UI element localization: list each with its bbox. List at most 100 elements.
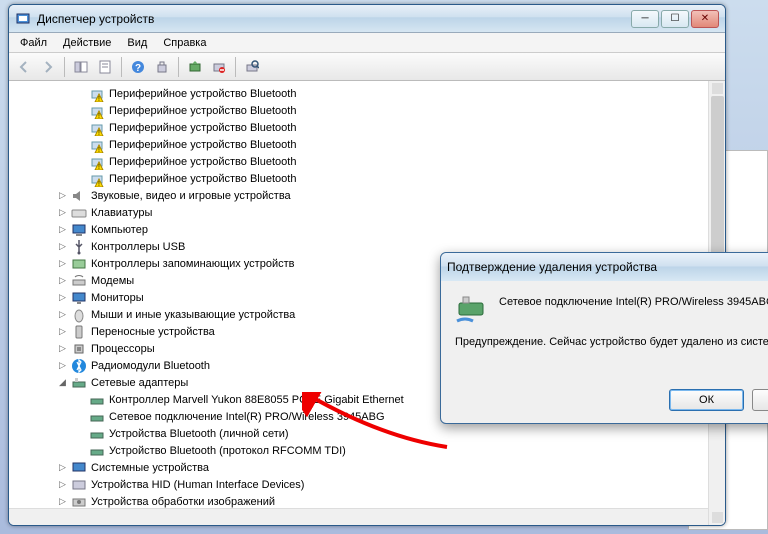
expand-icon[interactable]: ▷ (57, 292, 68, 303)
expand-icon[interactable]: ▷ (57, 275, 68, 286)
tree-category-label: Системные устройства (91, 462, 209, 474)
svg-text:!: ! (98, 113, 100, 119)
tree-item-label: Периферийное устройство Bluetooth (109, 88, 296, 100)
tree-category-system[interactable]: ▷ Системные устройства (17, 459, 725, 476)
update-driver-button[interactable] (184, 56, 206, 78)
horizontal-scrollbar[interactable] (9, 508, 708, 525)
svg-text:!: ! (98, 164, 100, 170)
tree-item[interactable]: !Периферийное устройство Bluetooth (17, 119, 725, 136)
expand-icon[interactable]: ▷ (57, 496, 68, 507)
dialog-titlebar[interactable]: Подтверждение удаления устройства ✕ (441, 253, 768, 281)
tree-item[interactable]: ! Периферийное устройство Bluetooth (17, 85, 725, 102)
tree-category-label: Контроллеры USB (91, 241, 185, 253)
expand-icon[interactable]: ▷ (57, 360, 68, 371)
expand-icon[interactable]: ▷ (57, 343, 68, 354)
tree-category-label: Контроллеры запоминающих устройств (91, 258, 294, 270)
toolbar: ? (9, 53, 725, 81)
system-icon (71, 460, 87, 476)
network-adapter-icon (89, 426, 105, 442)
tree-category-label: Устройства обработки изображений (91, 496, 275, 508)
tree-item-label: Периферийное устройство Bluetooth (109, 156, 296, 168)
svg-text:!: ! (98, 147, 100, 153)
tree-category-computer[interactable]: ▷ Компьютер (17, 221, 725, 238)
confirm-dialog: Подтверждение удаления устройства ✕ Сете… (440, 252, 768, 424)
sound-icon (71, 188, 87, 204)
expand-icon[interactable]: ▷ (57, 326, 68, 337)
minimize-button[interactable]: ─ (631, 10, 659, 28)
usb-icon (71, 239, 87, 255)
maximize-button[interactable]: ☐ (661, 10, 689, 28)
cancel-button[interactable]: Отмена (752, 389, 768, 411)
app-icon (15, 11, 31, 27)
menubar: Файл Действие Вид Справка (9, 33, 725, 53)
tree-item-label: Устройства Bluetooth (личной сети) (109, 428, 289, 440)
network-adapter-icon (89, 392, 105, 408)
menu-file[interactable]: Файл (13, 35, 54, 51)
expand-icon[interactable]: ▷ (57, 241, 68, 252)
mouse-icon (71, 307, 87, 323)
expand-icon[interactable]: ▷ (57, 258, 68, 269)
scan-hardware-button[interactable] (241, 56, 263, 78)
dialog-title: Подтверждение удаления устройства (447, 260, 768, 274)
svg-text:!: ! (98, 181, 100, 187)
forward-button[interactable] (37, 56, 59, 78)
toolbar-separator (235, 57, 236, 77)
expand-icon[interactable]: ▷ (57, 479, 68, 490)
cpu-icon (71, 341, 87, 357)
device-warning-icon: ! (89, 171, 105, 187)
show-hide-tree-button[interactable] (70, 56, 92, 78)
hid-icon (71, 477, 87, 493)
svg-text:?: ? (135, 63, 141, 74)
tree-category-sound[interactable]: ▷Звуковые, видео и игровые устройства (17, 187, 725, 204)
collapse-icon[interactable]: ◢ (57, 377, 68, 388)
svg-text:!: ! (98, 96, 100, 102)
tree-category-label: Переносные устройства (91, 326, 215, 338)
expand-icon[interactable]: ▷ (57, 462, 68, 473)
tree-item-label: Периферийное устройство Bluetooth (109, 105, 296, 117)
toolbar-action-button[interactable] (151, 56, 173, 78)
tree-item-label: Периферийное устройство Bluetooth (109, 122, 296, 134)
titlebar[interactable]: Диспетчер устройств ─ ☐ ✕ (9, 5, 725, 33)
dialog-device-name: Сетевое подключение Intel(R) PRO/Wireles… (499, 295, 768, 325)
tree-category-label: Компьютер (91, 224, 148, 236)
toolbar-separator (64, 57, 65, 77)
expand-icon[interactable]: ▷ (57, 224, 68, 235)
help-button[interactable]: ? (127, 56, 149, 78)
tree-category-label: Модемы (91, 275, 134, 287)
close-button[interactable]: ✕ (691, 10, 719, 28)
tree-category-hid[interactable]: ▷Устройства HID (Human Interface Devices… (17, 476, 725, 493)
expand-icon[interactable]: ▷ (57, 190, 68, 201)
menu-action[interactable]: Действие (56, 35, 118, 51)
dialog-warning-text: Предупреждение. Сейчас устройство будет … (455, 335, 768, 349)
back-button[interactable] (13, 56, 35, 78)
tree-category-label: Сетевые адаптеры (91, 377, 188, 389)
window-title: Диспетчер устройств (37, 12, 631, 26)
tree-category-label: Мыши и иные указывающие устройства (91, 309, 295, 321)
tree-item[interactable]: ! Периферийное устройство Bluetooth (17, 102, 725, 119)
tree-item[interactable]: ! Периферийное устройство Bluetooth (17, 153, 725, 170)
computer-icon (71, 222, 87, 238)
monitor-icon (71, 290, 87, 306)
tree-category-keyboard[interactable]: ▷ Клавиатуры (17, 204, 725, 221)
portable-icon (71, 324, 87, 340)
menu-view[interactable]: Вид (120, 35, 154, 51)
expand-icon[interactable]: ▷ (57, 309, 68, 320)
uninstall-button[interactable] (208, 56, 230, 78)
properties-button[interactable] (94, 56, 116, 78)
tree-item[interactable]: ! Периферийное устройство Bluetooth (17, 170, 725, 187)
tree-item-bt-rfcomm[interactable]: Устройство Bluetooth (протокол RFCOMM TD… (17, 442, 725, 459)
toolbar-separator (178, 57, 179, 77)
expand-icon[interactable]: ▷ (57, 207, 68, 218)
toolbar-separator (121, 57, 122, 77)
network-adapter-icon (89, 443, 105, 459)
tree-category-label: Мониторы (91, 292, 144, 304)
tree-item-label: Сетевое подключение Intel(R) PRO/Wireles… (109, 411, 385, 423)
tree-item-bt-pan[interactable]: Устройства Bluetooth (личной сети) (17, 425, 725, 442)
tree-item-label: Устройство Bluetooth (протокол RFCOMM TD… (109, 445, 346, 457)
scrollbar-thumb[interactable] (711, 96, 724, 276)
tree-item-label: Периферийное устройство Bluetooth (109, 173, 296, 185)
ok-button[interactable]: ОК (669, 389, 744, 411)
tree-category-label: Клавиатуры (91, 207, 152, 219)
tree-item[interactable]: !Периферийное устройство Bluetooth (17, 136, 725, 153)
menu-help[interactable]: Справка (156, 35, 213, 51)
